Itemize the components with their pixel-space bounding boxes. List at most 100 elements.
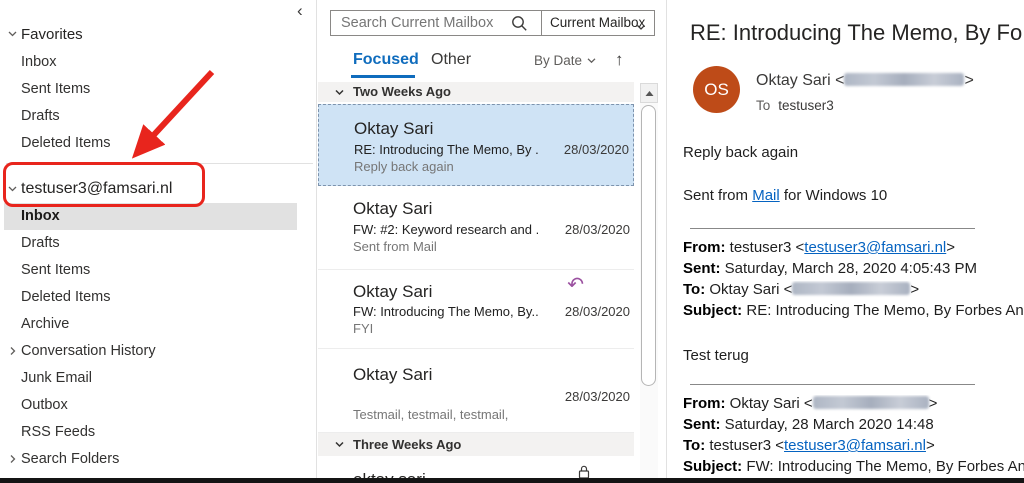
account-section-header[interactable]: testuser3@famsari.nl: [0, 175, 300, 203]
to-label: To:: [683, 281, 706, 298]
avatar[interactable]: OS: [693, 66, 740, 113]
email-address-link[interactable]: testuser3@famsari.nl: [804, 239, 946, 256]
redacted-email-address: [792, 282, 911, 295]
email-sender: Oktay Sari: [354, 119, 434, 138]
to-label: To: [756, 98, 771, 113]
email-date: 28/03/2020: [564, 304, 630, 319]
chevron-down-icon: [7, 183, 18, 195]
tab-focused[interactable]: Focused: [351, 51, 419, 78]
sidebar-item-fav-inbox[interactable]: Inbox: [0, 49, 300, 76]
email-date: 28/03/2020: [564, 389, 630, 404]
chevron-down-icon: [7, 28, 18, 40]
search-box: Current Mailbox: [330, 10, 655, 36]
sidebar-item-outbox[interactable]: Outbox: [0, 392, 300, 419]
sender-name: Oktay Sari <: [756, 72, 845, 89]
sidebar-item-junk-email[interactable]: Junk Email: [0, 365, 300, 392]
sender-name-close: >: [964, 72, 974, 89]
tab-other[interactable]: Other: [431, 51, 471, 69]
email-list-item[interactable]: oktay sari: [318, 456, 634, 478]
list-scrollbar[interactable]: [640, 83, 658, 478]
group-header-label: Two Weeks Ago: [353, 84, 451, 99]
search-icon[interactable]: [510, 14, 529, 38]
pane-divider[interactable]: [316, 0, 317, 478]
folder-label: Search Folders: [21, 451, 120, 467]
sidebar-item-search-folders[interactable]: Search Folders: [0, 446, 300, 473]
sidebar-item-fav-drafts[interactable]: Drafts: [0, 103, 300, 130]
mail-app-link[interactable]: Mail: [752, 187, 780, 204]
folder-label: Deleted Items: [21, 135, 111, 151]
group-header-label: Three Weeks Ago: [353, 437, 462, 452]
sidebar-item-drafts[interactable]: Drafts: [0, 230, 300, 257]
pane-divider[interactable]: [666, 0, 667, 478]
sort-by-label: By Date: [534, 53, 583, 68]
email-list-item[interactable]: Oktay Sari FW: #2: Keyword research and …: [318, 186, 634, 270]
to-close: >: [910, 281, 920, 298]
search-scope-dropdown[interactable]: Current Mailbox: [550, 11, 645, 35]
folder-label: Drafts: [21, 235, 60, 251]
folder-sidebar: ‹ Favorites Inbox Sent Items Drafts Dele…: [0, 0, 316, 478]
chevron-down-icon: [334, 87, 345, 98]
collapse-sidebar-icon[interactable]: ‹: [297, 1, 303, 21]
quoted-to-line: To: testuser3 <testuser3@famsari.nl>: [683, 437, 1024, 454]
search-input[interactable]: [341, 11, 506, 35]
sidebar-item-deleted-items[interactable]: Deleted Items: [0, 284, 300, 311]
message-body-text: Reply back again: [683, 144, 799, 161]
email-preview: Testmail, testmail, testmail,: [353, 407, 509, 422]
sidebar-item-archive[interactable]: Archive: [0, 311, 300, 338]
from-close: >: [946, 239, 956, 256]
folder-label: RSS Feeds: [21, 424, 96, 440]
sort-by-dropdown[interactable]: By Date: [534, 53, 597, 68]
from-label: From:: [683, 239, 726, 256]
subject-label: Subject:: [683, 302, 743, 319]
quoted-sent-line: Sent: Saturday, March 28, 2020 4:05:43 P…: [683, 260, 1024, 277]
replied-icon: ↶: [567, 274, 584, 296]
to-recipient: testuser3: [778, 98, 834, 113]
scrollbar-thumb[interactable]: [641, 105, 656, 386]
chevron-right-icon: [7, 345, 18, 357]
folder-label: Inbox: [21, 54, 57, 70]
email-date: 28/03/2020: [564, 222, 630, 237]
email-preview: Reply back again: [354, 159, 454, 174]
chevron-down-icon: [586, 55, 597, 66]
scrollbar-up-button[interactable]: [640, 83, 658, 103]
redacted-email-address: [812, 396, 929, 409]
from-name: testuser3 <: [725, 239, 805, 256]
email-subject: RE: Introducing The Memo, By ...: [354, 142, 539, 157]
sidebar-item-fav-sent-items[interactable]: Sent Items: [0, 76, 300, 103]
sidebar-item-conversation-history[interactable]: Conversation History: [0, 338, 300, 365]
group-header-two-weeks-ago[interactable]: Two Weeks Ago: [318, 82, 634, 102]
folder-label: Junk Email: [21, 370, 92, 386]
quoted-to-line: To: Oktay Sari < >: [683, 281, 1024, 298]
quoted-from-line: From: testuser3 <testuser3@famsari.nl>: [683, 239, 1024, 256]
window-bottom-edge: [0, 478, 1024, 483]
sidebar-item-sent-items[interactable]: Sent Items: [0, 257, 300, 284]
email-address-link[interactable]: testuser3@famsari.nl: [784, 437, 926, 454]
quoted-subject-line: Subject: FW: Introducing The Memo, By Fo…: [683, 458, 1024, 475]
folder-label: Deleted Items: [21, 289, 111, 305]
sidebar-item-rss-feeds[interactable]: RSS Feeds: [0, 419, 300, 446]
sidebar-item-inbox[interactable]: Inbox: [0, 203, 300, 230]
email-subject: FW: #2: Keyword research and ...: [353, 222, 538, 237]
sidebar-item-fav-deleted-items[interactable]: Deleted Items: [0, 130, 300, 157]
message-sender-line[interactable]: Oktay Sari < >: [756, 72, 974, 90]
folder-label: Inbox: [21, 208, 60, 224]
lock-icon: [576, 464, 592, 478]
group-header-three-weeks-ago[interactable]: Three Weeks Ago: [318, 433, 634, 456]
quoted-body-text: Test terug: [683, 347, 749, 364]
message-recipient-line[interactable]: To testuser3: [756, 98, 834, 113]
email-list-item[interactable]: ↶ Oktay Sari FW: Introducing The Memo, B…: [318, 270, 634, 349]
email-list-item[interactable]: Oktay Sari 28/03/2020 Testmail, testmail…: [318, 349, 634, 433]
email-list-item-selected[interactable]: Oktay Sari RE: Introducing The Memo, By …: [318, 104, 634, 186]
quote-divider: [690, 228, 975, 229]
message-subject-title: RE: Introducing The Memo, By Fo: [690, 20, 1023, 45]
outlook-window: ‹ Favorites Inbox Sent Items Drafts Dele…: [0, 0, 1024, 483]
favorites-section-header[interactable]: Favorites: [0, 21, 300, 48]
email-sender: oktay sari: [353, 470, 426, 478]
quote-divider: [690, 384, 975, 385]
sort-direction-button[interactable]: ↑: [615, 50, 624, 70]
chevron-down-icon[interactable]: [636, 19, 646, 37]
redacted-email-address: [844, 73, 965, 86]
folder-label: Archive: [21, 316, 70, 332]
account-email-label: testuser3@famsari.nl: [21, 180, 173, 197]
folder-label: Conversation History: [21, 343, 156, 359]
